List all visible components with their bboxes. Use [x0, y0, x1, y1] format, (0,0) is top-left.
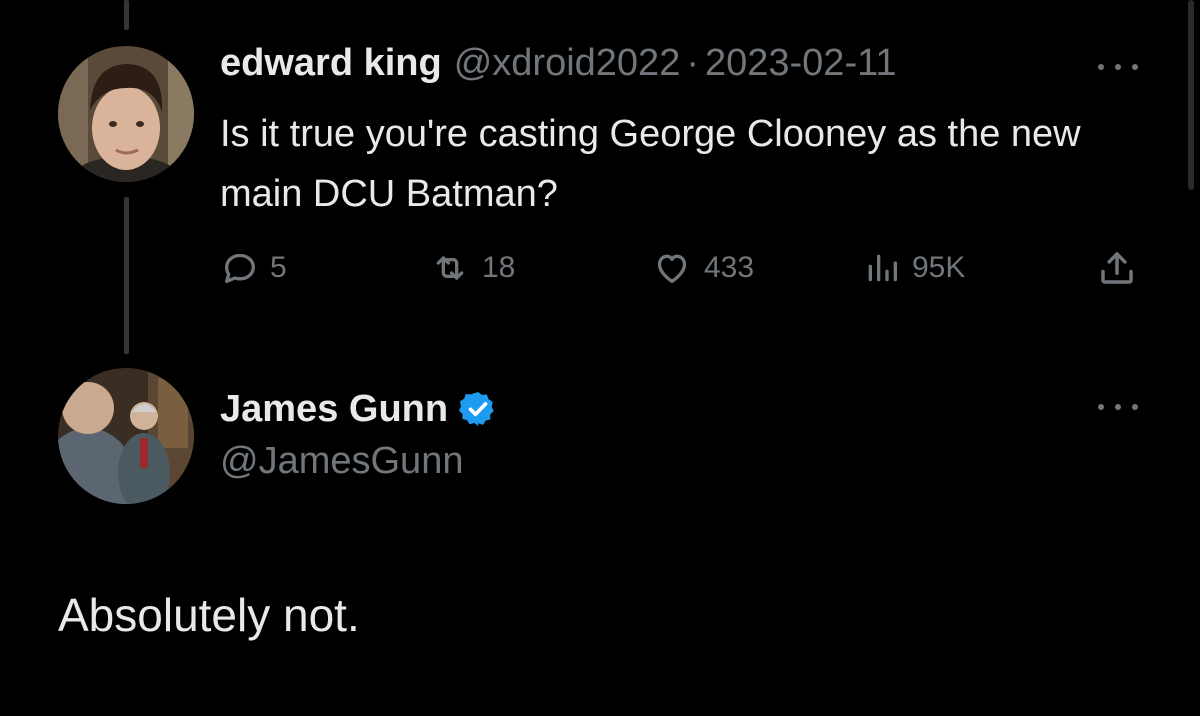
retweet-button[interactable]: 18	[428, 245, 515, 291]
more-options-icon[interactable]	[1098, 402, 1138, 412]
more-options-icon[interactable]	[1098, 62, 1138, 72]
reply-author-name[interactable]: James Gunn	[220, 388, 448, 431]
views-button[interactable]: 95K	[862, 245, 965, 291]
reply-count: 5	[270, 251, 287, 284]
avatar-edward-king[interactable]	[58, 46, 194, 182]
avatar-james-gunn[interactable]	[58, 368, 194, 504]
tweet-actions: 5 18 433 95K	[0, 245, 1200, 291]
reply-button[interactable]: 5	[220, 245, 287, 291]
share-button[interactable]	[1096, 245, 1138, 291]
author-name[interactable]: edward king	[220, 42, 442, 85]
views-icon	[862, 248, 902, 288]
reply-author-handle[interactable]: @JamesGunn	[220, 440, 463, 483]
verified-badge-icon[interactable]	[448, 389, 498, 429]
like-count: 433	[704, 251, 755, 284]
retweet-icon	[428, 248, 472, 288]
thread-connector-top	[124, 0, 129, 30]
reply-author: James Gunn	[220, 382, 498, 436]
retweet-count: 18	[482, 251, 516, 284]
scrollbar[interactable]	[1188, 0, 1194, 190]
heart-icon	[650, 248, 694, 288]
reply-text: Absolutely not.	[58, 589, 360, 641]
share-icon	[1096, 247, 1138, 289]
tweet-header: edward king @xdroid2022 · 2023-02-11	[220, 42, 897, 96]
tweet-date[interactable]: 2023-02-11	[705, 42, 897, 85]
separator-dot: ·	[686, 42, 699, 84]
like-button[interactable]: 433	[650, 245, 754, 291]
reply-icon	[220, 248, 260, 288]
author-handle[interactable]: @xdroid2022	[454, 42, 681, 85]
views-count: 95K	[912, 251, 966, 284]
tweet-text: Is it true you're casting George Clooney…	[220, 113, 1081, 215]
